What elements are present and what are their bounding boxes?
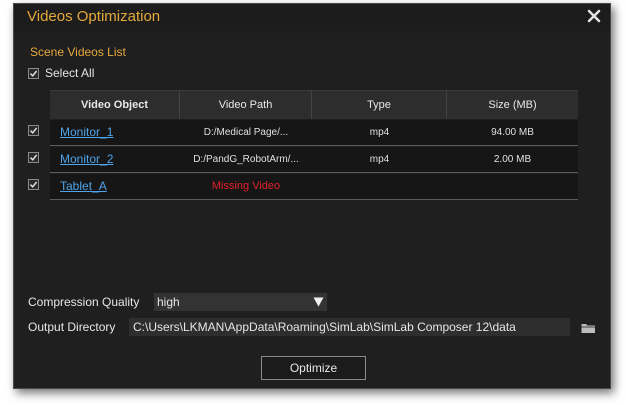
video-path-cell: D:/Medical Page/...: [203, 127, 289, 138]
video-object-link[interactable]: Monitor_2: [60, 152, 113, 166]
table-row[interactable]: Monitor_1 D:/Medical Page/... mp4 94.00 …: [50, 120, 578, 146]
videos-optimization-dialog: Videos Optimization Scene Videos List Se…: [13, 3, 611, 389]
video-type-cell: [312, 174, 447, 199]
video-type-cell: mp4: [369, 127, 390, 138]
close-icon[interactable]: [584, 6, 604, 26]
output-directory-input[interactable]: [129, 318, 570, 336]
compression-quality-label: Compression Quality: [28, 295, 140, 309]
optimize-button[interactable]: Optimize: [261, 356, 366, 380]
checkmark-icon: [30, 127, 38, 134]
compression-quality-select[interactable]: high: [154, 293, 327, 311]
column-header-video-object[interactable]: Video Object: [50, 91, 180, 119]
scene-videos-table: Video Object Video Path Type Size (MB) M…: [50, 90, 578, 200]
video-size-cell: 94.00 MB: [491, 127, 534, 138]
video-type-cell: mp4: [369, 154, 390, 165]
compression-quality-value: high: [157, 295, 180, 309]
title-bar: Videos Optimization: [14, 4, 610, 31]
row-checkbox[interactable]: [28, 125, 39, 136]
video-size-cell: [447, 174, 578, 199]
output-directory-label: Output Directory: [28, 320, 116, 334]
scene-videos-list-label: Scene Videos List: [30, 45, 126, 59]
row-checkbox[interactable]: [28, 179, 39, 190]
dialog-title: Videos Optimization: [27, 8, 161, 25]
missing-video-label: Missing Video: [211, 180, 281, 192]
column-header-video-path[interactable]: Video Path: [180, 91, 312, 119]
checkmark-icon: [30, 70, 38, 77]
table-header: Video Object Video Path Type Size (MB): [50, 90, 578, 119]
video-object-link[interactable]: Monitor_1: [60, 125, 113, 139]
table-row[interactable]: Tablet_A Missing Video: [50, 174, 578, 200]
row-checkbox[interactable]: [28, 152, 39, 163]
checkmark-icon: [30, 154, 38, 161]
checkmark-icon: [30, 181, 38, 188]
table-row[interactable]: Monitor_2 D:/PandG_RobotArm/... mp4 2.00…: [50, 147, 578, 173]
dropdown-arrow-icon: [313, 297, 324, 307]
video-object-link[interactable]: Tablet_A: [60, 179, 107, 193]
column-header-size[interactable]: Size (MB): [447, 91, 578, 119]
folder-icon[interactable]: [581, 321, 596, 333]
column-header-type[interactable]: Type: [312, 91, 447, 119]
video-size-cell: 2.00 MB: [493, 154, 532, 165]
video-path-cell: D:/PandG_RobotArm/...: [193, 154, 299, 165]
select-all-label: Select All: [45, 66, 95, 80]
select-all-checkbox[interactable]: [28, 68, 39, 79]
